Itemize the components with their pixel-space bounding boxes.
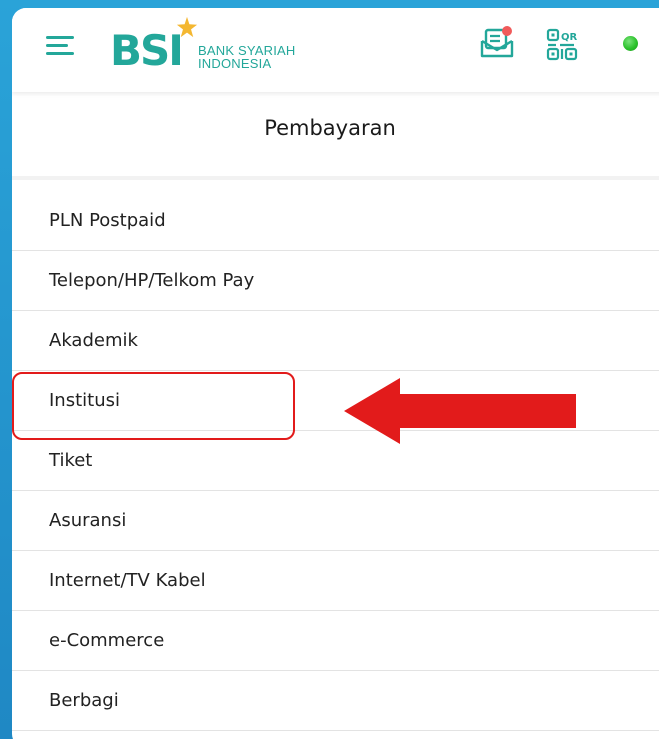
menu-item-internet-tv[interactable]: Internet/TV Kabel — [12, 551, 659, 611]
title-bar: Pembayaran — [12, 92, 659, 180]
star-icon — [176, 16, 198, 38]
menu-item-label: PLN Postpaid — [49, 210, 166, 231]
menu-item-label: Tiket — [49, 450, 93, 471]
highlight-box — [12, 372, 295, 440]
logo-mark: BSI — [110, 26, 184, 75]
qr-label: QR — [561, 32, 578, 43]
menu-item-ecommerce[interactable]: e-Commerce — [12, 611, 659, 671]
bsi-logo: BSI BANK SYARIAH INDONESIA — [110, 16, 320, 78]
menu-item-label: Akademik — [49, 330, 138, 351]
menu-item-label: Asuransi — [49, 510, 127, 531]
menu-item-label: Internet/TV Kabel — [49, 570, 206, 591]
menu-item-berbagi[interactable]: Berbagi — [12, 671, 659, 731]
red-arrow-icon — [344, 378, 576, 444]
menu-item-akademik[interactable]: Akademik — [12, 311, 659, 371]
menu-item-pln-postpaid[interactable]: PLN Postpaid — [12, 191, 659, 251]
inbox-icon[interactable] — [480, 26, 514, 60]
menu-item-label: e-Commerce — [49, 630, 165, 651]
app-screen: BSI BANK SYARIAH INDONESIA QR Pembayaran… — [12, 8, 659, 739]
menu-item-asuransi[interactable]: Asuransi — [12, 491, 659, 551]
hamburger-menu-icon[interactable] — [46, 30, 74, 60]
online-status-dot — [623, 36, 638, 51]
app-header: BSI BANK SYARIAH INDONESIA QR — [12, 8, 659, 92]
logo-text: BANK SYARIAH INDONESIA — [198, 44, 296, 70]
payment-menu-list: PLN Postpaid Telepon/HP/Telkom Pay Akade… — [12, 191, 659, 731]
qr-code-icon[interactable]: QR — [546, 28, 582, 62]
menu-item-telepon[interactable]: Telepon/HP/Telkom Pay — [12, 251, 659, 311]
menu-item-label: Telepon/HP/Telkom Pay — [49, 270, 255, 291]
logo-text-line2: INDONESIA — [198, 56, 272, 71]
menu-item-label: Berbagi — [49, 690, 119, 711]
page-title: Pembayaran — [264, 116, 396, 140]
